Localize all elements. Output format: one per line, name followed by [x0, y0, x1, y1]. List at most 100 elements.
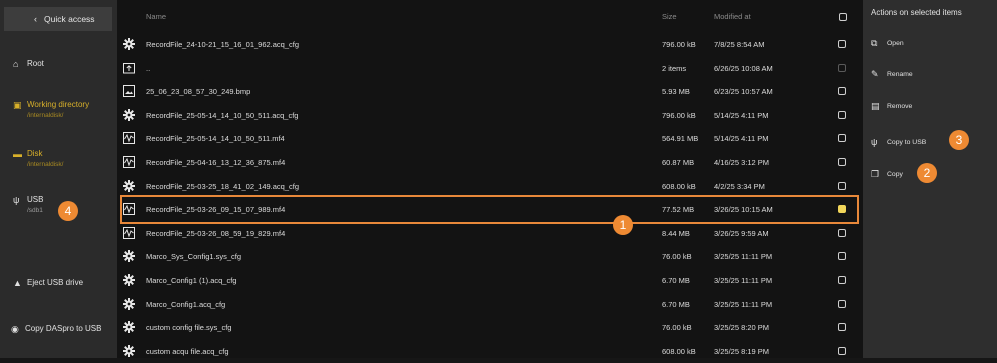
file-modified: 4/16/25 3:12 PM: [714, 158, 770, 167]
disk-icon: ▬: [13, 149, 22, 159]
signal-file-icon: [123, 156, 135, 168]
file-name: RecordFile_24-10-21_15_16_01_962.acq_cfg: [146, 40, 300, 49]
file-size: 8.44 MB: [662, 228, 690, 238]
row-checkbox[interactable]: [838, 63, 846, 72]
sidebar-item-disk[interactable]: ▬ Disk /internaldisk/: [13, 149, 64, 168]
folder-icon: ▣: [13, 100, 22, 110]
copy-to-usb-button[interactable]: ψ Copy to USB: [871, 137, 926, 147]
column-header-name[interactable]: Name: [146, 12, 166, 21]
file-size: 2 items: [662, 63, 687, 73]
file-modified: 6/26/25 10:08 AM: [714, 63, 773, 73]
file-modified: 3/25/25 8:20 PM: [714, 323, 770, 333]
row-checkbox[interactable]: [838, 323, 846, 332]
table-row[interactable]: Marco_Sys_Config1.sys_cfg 76.00 kB 3/25/25…: [117, 246, 863, 268]
row-checkbox[interactable]: [838, 158, 846, 166]
row-checkbox[interactable]: [838, 228, 846, 237]
row-checkbox[interactable]: [838, 181, 846, 190]
actions-panel: Actions on selected items ⧉ Open ✎ Renam…: [863, 0, 997, 358]
row-checkbox[interactable]: [838, 276, 846, 284]
sidebar-item-root[interactable]: ⌂ Root: [13, 59, 44, 69]
rename-button[interactable]: ✎ Rename: [871, 69, 913, 80]
pencil-icon: ✎: [871, 69, 879, 79]
row-checkbox[interactable]: [838, 87, 846, 96]
open-button[interactable]: ⧉ Open: [871, 38, 904, 49]
table-row[interactable]: .. 2 items 6/26/25 10:08 AM: [117, 58, 863, 80]
row-checkbox[interactable]: [838, 40, 846, 48]
file-size: 6.70 MB: [662, 276, 690, 285]
file-name: Marco_Sys_Config1.sys_cfg: [146, 252, 242, 262]
sidebar-item-usb[interactable]: ψ USB /sdb1: [13, 195, 43, 214]
file-name: 25_06_23_08_57_30_249.bmp: [146, 87, 251, 97]
column-header-modified[interactable]: Modified at: [714, 12, 751, 21]
gear-icon: [123, 108, 135, 121]
annotation-badge-2: 2: [917, 163, 937, 183]
file-modified: 3/25/25 11:11 PM: [714, 299, 773, 309]
sidebar-item-working-directory[interactable]: ▣ Working directory /internaldisk/: [13, 100, 89, 119]
actions-title: Actions on selected items: [871, 8, 962, 17]
usb-icon: ψ: [13, 195, 20, 205]
disk-label: Disk: [27, 149, 43, 158]
file-size: 796.00 kB: [662, 110, 696, 120]
file-size: 76.00 kB: [662, 252, 692, 262]
quick-access-button[interactable]: ‹ Quick access: [4, 7, 112, 31]
file-name: custom config file.sys_cfg: [146, 323, 232, 333]
folder-up-icon: [123, 62, 135, 74]
root-label: Root: [27, 59, 44, 68]
row-checkbox[interactable]: [838, 346, 846, 355]
gear-icon: [123, 38, 135, 50]
file-size: 608.00 kB: [662, 181, 696, 191]
table-row[interactable]: RecordFile_24-10-21_15_16_01_962.acq_cfg…: [117, 34, 863, 56]
file-modified: 3/25/25 11:11 PM: [714, 276, 773, 285]
eject-usb-button[interactable]: ▲ Eject USB drive: [13, 278, 83, 288]
file-size: 5.93 MB: [662, 87, 690, 97]
table-row[interactable]: RecordFile_25-04-16_13_12_36_875.mf4 60.8…: [117, 152, 863, 174]
file-modified: 3/26/25 9:59 AM: [714, 228, 769, 238]
file-modified: 5/14/25 4:11 PM: [714, 110, 769, 120]
file-modified: 7/8/25 8:54 AM: [714, 40, 765, 49]
file-size: 76.00 kB: [662, 323, 692, 333]
copy-button[interactable]: ❐ Copy: [871, 169, 903, 180]
table-row[interactable]: custom config file.sys_cfg 76.00 kB 3/25/2…: [117, 317, 863, 339]
file-name: RecordFile_25-05-14_14_10_50_511.mf4: [146, 134, 285, 144]
file-size: 6.70 MB: [662, 299, 690, 309]
annotation-badge-3: 3: [949, 130, 969, 150]
select-all-checkbox[interactable]: [839, 13, 847, 21]
usb-icon: ψ: [871, 137, 878, 147]
quick-access-sidebar: ‹ Quick access ⌂ Root ▣ Working director…: [0, 0, 117, 358]
table-row[interactable]: Marco_Config1.acq_cfg 6.70 MB 3/25/25 11:1…: [117, 294, 863, 316]
table-row[interactable]: RecordFile_25-05-14_14_10_50_511.acq_cfg…: [117, 105, 863, 127]
row-checkbox[interactable]: [838, 134, 846, 143]
gear-icon: [123, 274, 135, 286]
gear-icon: [123, 297, 135, 310]
remove-label: Remove: [887, 103, 913, 110]
table-row[interactable]: RecordFile_25-05-14_14_10_50_511.mf4 564.…: [117, 128, 863, 150]
table-row[interactable]: custom acqu file.acq_cfg 608.00 kB 3/25/25…: [117, 341, 863, 363]
table-row[interactable]: 25_06_23_08_57_30_249.bmp 5.93 MB 6/23/25 …: [117, 81, 863, 103]
eject-icon: ▲: [13, 278, 22, 288]
file-size: 608.00 kB: [662, 346, 696, 356]
usb-path: /sdb1: [27, 207, 43, 214]
chevron-left-icon: ‹: [34, 14, 37, 24]
row-checkbox[interactable]: [838, 252, 846, 261]
file-modified: 5/14/25 4:11 PM: [714, 134, 769, 144]
file-name: Marco_Config1.acq_cfg: [146, 299, 226, 309]
trash-icon: ▤: [871, 101, 880, 111]
file-name: ..: [146, 63, 151, 73]
copy-label: Copy: [887, 171, 903, 178]
row-checkbox[interactable]: [838, 299, 846, 308]
remove-button[interactable]: ▤ Remove: [871, 101, 912, 112]
file-modified: 3/25/25 8:19 PM: [714, 346, 770, 356]
file-size: 796.00 kB: [662, 40, 696, 49]
file-modified: 4/2/25 3:34 PM: [714, 181, 765, 191]
open-external-icon: ⧉: [871, 38, 878, 48]
file-name: custom acqu file.acq_cfg: [146, 346, 229, 356]
table-row[interactable]: RecordFile_25-03-26_08_59_19_829.mf4 8.44…: [117, 223, 863, 245]
copy-daspro-label: Copy DASpro to USB: [25, 324, 102, 333]
table-row[interactable]: Marco_Config1 (1).acq_cfg 6.70 MB 3/25/25 …: [117, 270, 863, 292]
row-checkbox[interactable]: [838, 110, 846, 119]
rename-label: Rename: [887, 71, 913, 78]
annotation-badge-1: 1: [613, 215, 633, 235]
copy-daspro-button[interactable]: ◉ Copy DASpro to USB: [11, 324, 101, 335]
usb-label: USB: [27, 195, 44, 204]
column-header-size[interactable]: Size: [662, 12, 677, 21]
